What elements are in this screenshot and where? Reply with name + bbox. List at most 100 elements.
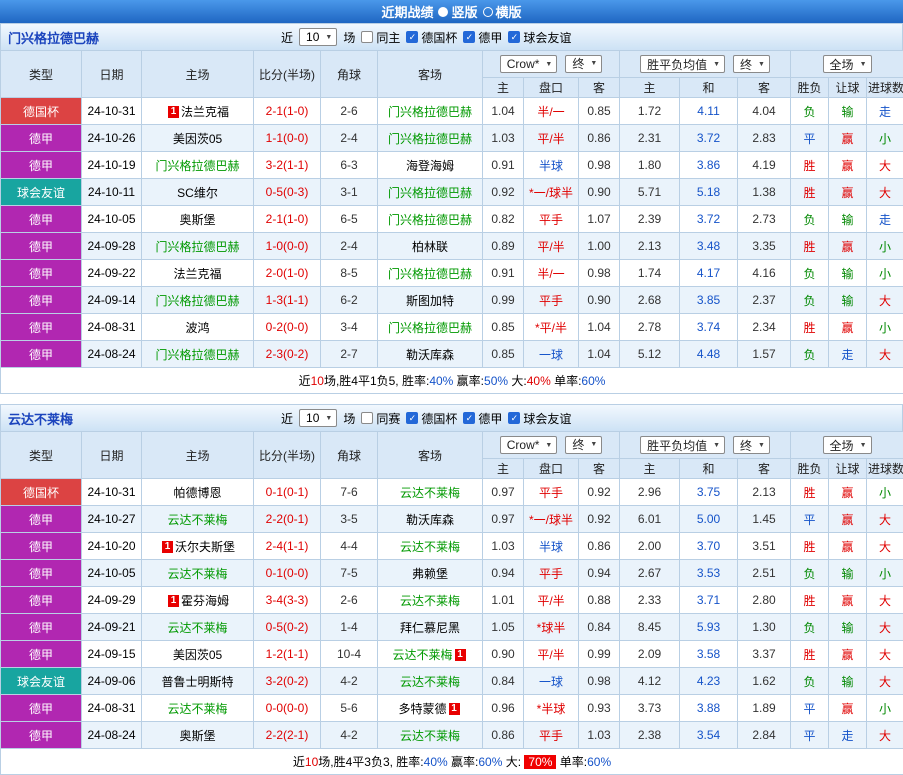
away-team-link[interactable]: 门兴格拉德巴赫 (388, 132, 472, 146)
away-team-link[interactable]: 勒沃库森 (406, 348, 454, 362)
home-team-link[interactable]: 门兴格拉德巴赫 (155, 294, 239, 308)
home-team-link[interactable]: 普鲁士明斯特 (161, 675, 233, 689)
odds-final-select-value: 终 (572, 436, 584, 453)
type-badge: 德国杯 (1, 479, 82, 506)
avg-odds-select[interactable]: 胜平负均值▼ (640, 55, 725, 73)
result-handicap: 输 (829, 668, 867, 695)
table-row: 德甲24-09-15美因茨051-2(1-1)10-4云达不莱梅10.90平/半… (1, 641, 903, 668)
away-team-link[interactable]: 云达不莱梅 (392, 648, 452, 662)
radio-vertical[interactable]: 竖版 (438, 2, 477, 21)
filter-checkbox-3[interactable]: ✓球会友谊 (508, 29, 571, 46)
away-team-link[interactable]: 勒沃库森 (406, 513, 454, 527)
radio-horizontal[interactable]: 横版 (483, 2, 522, 21)
home-team-link[interactable]: 美因茨05 (173, 132, 222, 146)
away-team-link[interactable]: 云达不莱梅 (400, 540, 460, 554)
home-team-link[interactable]: 沃尔夫斯堡 (175, 540, 235, 554)
table-row: 德甲24-09-28门兴格拉德巴赫1-0(0-0)2-4柏林联0.89平/半1.… (1, 233, 903, 260)
filter-checkbox-1[interactable]: ✓德国杯 (406, 410, 457, 427)
home-team-link[interactable]: 霍芬海姆 (181, 594, 229, 608)
away-team-link[interactable]: 门兴格拉德巴赫 (388, 267, 472, 281)
type-badge: 德甲 (1, 152, 82, 179)
radio-vertical-label: 竖版 (451, 2, 477, 21)
odds-handicap: *平/半 (524, 314, 579, 341)
filter-checkbox-2[interactable]: ✓德甲 (463, 29, 502, 46)
match-date: 24-09-06 (82, 668, 142, 695)
home-team-link[interactable]: 奥斯堡 (179, 213, 215, 227)
avg-final-select[interactable]: 终▼ (733, 55, 770, 73)
odds-home: 0.99 (483, 287, 524, 314)
home-team-link[interactable]: SC维尔 (177, 186, 218, 200)
table-row: 德甲24-08-24门兴格拉德巴赫2-3(0-2)2-7勒沃库森0.85一球1.… (1, 341, 903, 368)
result-goals: 小 (867, 260, 903, 287)
team-name[interactable]: 门兴格拉德巴赫 (1, 28, 281, 47)
sub-column-header: 客 (579, 459, 620, 479)
home-team-link[interactable]: 云达不莱梅 (167, 702, 227, 716)
avg-odds-select[interactable]: 胜平负均值▼ (640, 436, 725, 454)
away-team-link[interactable]: 云达不莱梅 (400, 594, 460, 608)
away-team-link[interactable]: 门兴格拉德巴赫 (388, 105, 472, 119)
fulltime-select[interactable]: 全场▼ (823, 436, 872, 454)
red-card-badge: 1 (455, 649, 466, 661)
filter-checkbox-2[interactable]: ✓德甲 (463, 410, 502, 427)
team-name[interactable]: 云达不莱梅 (1, 409, 281, 428)
away-team-link[interactable]: 门兴格拉德巴赫 (388, 213, 472, 227)
home-team-link[interactable]: 奥斯堡 (179, 729, 215, 743)
home-team-link[interactable]: 波鸿 (185, 321, 209, 335)
filter-checkbox-3[interactable]: ✓球会友谊 (508, 410, 571, 427)
checkbox-icon: ✓ (463, 31, 475, 43)
summary-part: 近 (293, 755, 305, 769)
filter-checkbox-0[interactable]: 同赛 (361, 410, 400, 427)
avg-away: 2.84 (738, 722, 791, 749)
chevron-down-icon: ▼ (590, 60, 597, 67)
sub-column-header: 胜负 (791, 459, 829, 479)
avg-draw: 4.23 (680, 668, 738, 695)
home-team-link[interactable]: 法兰克福 (173, 267, 221, 281)
away-team-link[interactable]: 弗赖堡 (412, 567, 448, 581)
summary-part: 场,胜4平1负5, 胜率: (324, 374, 429, 388)
filter-checkbox-3-label: 球会友谊 (523, 29, 571, 46)
away-team-link[interactable]: 云达不莱梅 (400, 729, 460, 743)
home-team-link[interactable]: 帕德博恩 (173, 486, 221, 500)
odds-final-select[interactable]: 终▼ (565, 436, 602, 454)
away-team-link[interactable]: 斯图加特 (406, 294, 454, 308)
games-count-select[interactable]: 10▼ (299, 409, 337, 427)
home-team-link[interactable]: 门兴格拉德巴赫 (155, 348, 239, 362)
home-team-link[interactable]: 云达不莱梅 (167, 513, 227, 527)
home-team-link[interactable]: 美因茨05 (173, 648, 222, 662)
home-team-cell: 1法兰克福 (142, 98, 254, 125)
odds-source-select[interactable]: Crow*▼ (500, 436, 558, 454)
odds-source-select[interactable]: Crow*▼ (500, 55, 558, 73)
match-date: 24-09-15 (82, 641, 142, 668)
avg-draw: 3.53 (680, 560, 738, 587)
fulltime-select[interactable]: 全场▼ (823, 55, 872, 73)
home-team-link[interactable]: 法兰克福 (181, 105, 229, 119)
sub-column-header: 进球数 (867, 459, 903, 479)
home-team-link[interactable]: 云达不莱梅 (167, 621, 227, 635)
odds-final-select[interactable]: 终▼ (565, 55, 602, 73)
filter-checkbox-2-label: 德甲 (478, 410, 502, 427)
away-team-link[interactable]: 门兴格拉德巴赫 (388, 321, 472, 335)
away-team-link[interactable]: 云达不莱梅 (400, 486, 460, 500)
checkbox-icon (361, 412, 373, 424)
home-team-link[interactable]: 云达不莱梅 (167, 567, 227, 581)
away-team-link[interactable]: 柏林联 (412, 240, 448, 254)
filter-checkbox-1[interactable]: ✓德国杯 (406, 29, 457, 46)
odds-away: 0.86 (579, 125, 620, 152)
away-team-link[interactable]: 云达不莱梅 (400, 675, 460, 689)
home-team-link[interactable]: 门兴格拉德巴赫 (155, 159, 239, 173)
avg-draw: 5.18 (680, 179, 738, 206)
filter-checkbox-0[interactable]: 同主 (361, 29, 400, 46)
games-count-select[interactable]: 10▼ (299, 28, 337, 46)
away-team-link[interactable]: 门兴格拉德巴赫 (388, 186, 472, 200)
away-team-link[interactable]: 拜仁慕尼黑 (400, 621, 460, 635)
result-handicap: 赢 (829, 314, 867, 341)
results-table: 类型日期主场比分(半场)角球客场Crow*▼终▼胜平负均值▼终▼全场▼主盘口客主… (0, 431, 903, 775)
away-team-link[interactable]: 海登海姆 (406, 159, 454, 173)
avg-draw: 3.74 (680, 314, 738, 341)
away-team-link[interactable]: 多特蒙德 (398, 702, 446, 716)
team-section: 门兴格拉德巴赫近10▼场同主✓德国杯✓德甲✓球会友谊类型日期主场比分(半场)角球… (0, 23, 903, 394)
home-team-link[interactable]: 门兴格拉德巴赫 (155, 240, 239, 254)
avg-draw: 4.11 (680, 98, 738, 125)
avg-final-select[interactable]: 终▼ (733, 436, 770, 454)
avg-home: 5.71 (620, 179, 680, 206)
